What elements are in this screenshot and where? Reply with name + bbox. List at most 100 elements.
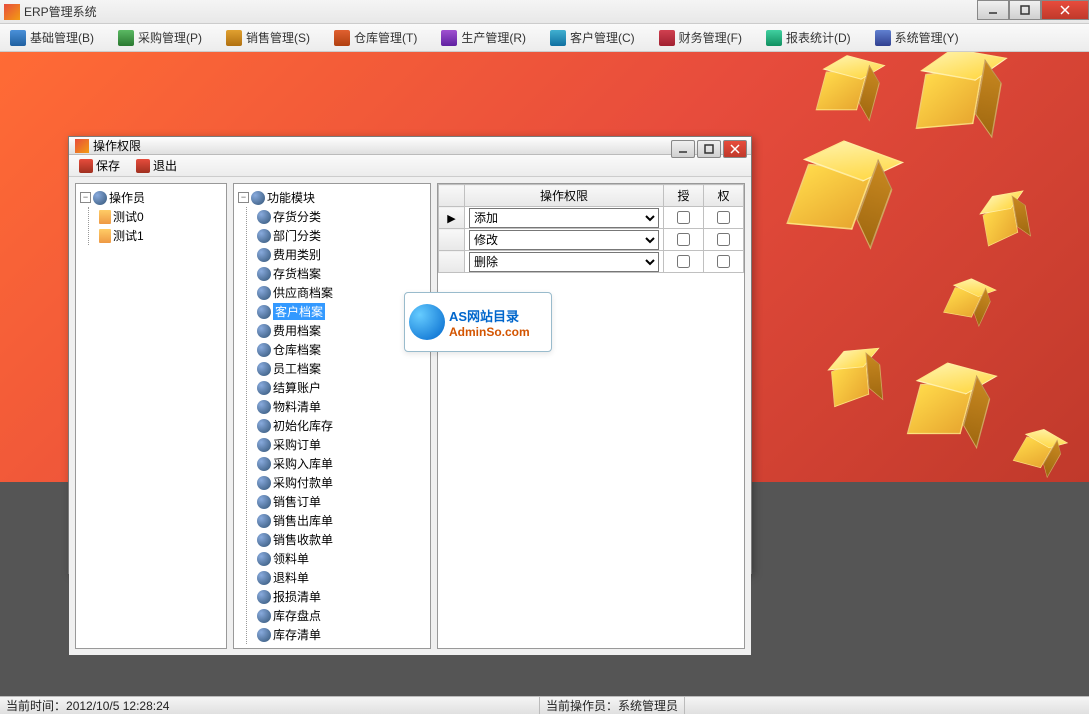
- grant-cell[interactable]: [664, 251, 704, 273]
- perm-select[interactable]: 删除: [469, 252, 659, 272]
- deny-cell[interactable]: [704, 251, 744, 273]
- minimize-button[interactable]: [977, 0, 1009, 20]
- collapse-icon[interactable]: −: [238, 192, 249, 203]
- tree-leaf[interactable]: 结算账户: [255, 378, 428, 397]
- tree-leaf[interactable]: 销售订单: [255, 492, 428, 511]
- module-icon: [257, 210, 271, 224]
- tree-label: 采购入库单: [273, 455, 333, 472]
- tree-leaf[interactable]: 销售收款单: [255, 530, 428, 549]
- exit-button[interactable]: 退出: [132, 155, 181, 176]
- grant-cell[interactable]: [664, 229, 704, 251]
- tree-leaf[interactable]: 领料单: [255, 549, 428, 568]
- content-area: 操作权限 保存 退出 −操作员测试0测试1 −功能模块存货分类部门分类费用类别存…: [0, 52, 1089, 696]
- module-icon: [257, 381, 271, 395]
- close-button[interactable]: [1041, 0, 1089, 20]
- deny-checkbox[interactable]: [717, 255, 730, 268]
- col-permission[interactable]: 操作权限: [465, 185, 664, 207]
- exit-icon: [136, 159, 150, 173]
- tree-leaf[interactable]: 费用类别: [255, 245, 428, 264]
- watermark-line1: AS网站目录: [449, 306, 530, 325]
- tree-label: 供应商档案: [273, 284, 333, 301]
- menu-label: 仓库管理(T): [354, 29, 417, 46]
- grant-checkbox[interactable]: [677, 211, 690, 224]
- maximize-button[interactable]: [1009, 0, 1041, 20]
- deny-cell[interactable]: [704, 229, 744, 251]
- grid-row[interactable]: ▶添加: [439, 207, 744, 229]
- module-icon: [257, 533, 271, 547]
- tree-leaf[interactable]: 销售出库单: [255, 511, 428, 530]
- grid-row[interactable]: 删除: [439, 251, 744, 273]
- col-grant[interactable]: 授: [664, 185, 704, 207]
- menu-item[interactable]: 生产管理(R): [435, 27, 532, 48]
- menu-item[interactable]: 系统管理(Y): [869, 27, 965, 48]
- menu-item[interactable]: 采购管理(P): [112, 27, 208, 48]
- menu-item[interactable]: 销售管理(S): [220, 27, 316, 48]
- tree-leaf[interactable]: 员工档案: [255, 359, 428, 378]
- dialog-maximize-button[interactable]: [697, 140, 721, 158]
- menu-item[interactable]: 财务管理(F): [653, 27, 748, 48]
- dialog-body: −操作员测试0测试1 −功能模块存货分类部门分类费用类别存货档案供应商档案客户档…: [69, 177, 751, 655]
- tree-leaf[interactable]: 测试1: [97, 226, 224, 245]
- tree-leaf[interactable]: 客户档案: [255, 302, 428, 321]
- deny-checkbox[interactable]: [717, 211, 730, 224]
- status-time: 当前时间：2012/10/5 12:28:24: [0, 697, 540, 714]
- module-icon: [257, 495, 271, 509]
- perm-cell[interactable]: 修改: [465, 229, 664, 251]
- tree-label: 测试1: [113, 227, 144, 244]
- dialog-title: 操作权限: [93, 137, 141, 154]
- module-icon: [257, 609, 271, 623]
- tree-leaf[interactable]: 库存清单: [255, 625, 428, 644]
- menu-label: 基础管理(B): [30, 29, 94, 46]
- tree-leaf[interactable]: 存货分类: [255, 207, 428, 226]
- deny-checkbox[interactable]: [717, 233, 730, 246]
- module-icon: [257, 324, 271, 338]
- menu-item[interactable]: 仓库管理(T): [328, 27, 423, 48]
- tree-leaf[interactable]: 退料单: [255, 568, 428, 587]
- tree-leaf[interactable]: 采购订单: [255, 435, 428, 454]
- grant-checkbox[interactable]: [677, 233, 690, 246]
- exit-label: 退出: [153, 157, 177, 174]
- dialog-controls: [671, 140, 747, 158]
- grant-checkbox[interactable]: [677, 255, 690, 268]
- deny-cell[interactable]: [704, 207, 744, 229]
- tree-leaf[interactable]: 报损清单: [255, 587, 428, 606]
- watermark-line2: AdminSo.com: [449, 325, 530, 339]
- tree-leaf[interactable]: 采购付款单: [255, 473, 428, 492]
- tree-leaf[interactable]: 存货档案: [255, 264, 428, 283]
- perm-cell[interactable]: 删除: [465, 251, 664, 273]
- module-tree[interactable]: −功能模块存货分类部门分类费用类别存货档案供应商档案客户档案费用档案仓库档案员工…: [234, 184, 430, 648]
- operator-tree[interactable]: −操作员测试0测试1: [76, 184, 226, 249]
- tree-leaf[interactable]: 部门分类: [255, 226, 428, 245]
- grant-cell[interactable]: [664, 207, 704, 229]
- status-bar: 当前时间：2012/10/5 12:28:24 当前操作员：系统管理员: [0, 696, 1089, 714]
- tree-leaf[interactable]: 测试0: [97, 207, 224, 226]
- tree-leaf[interactable]: 初始化库存: [255, 416, 428, 435]
- tree-label: 库存清单: [273, 626, 321, 643]
- perm-select[interactable]: 修改: [469, 230, 659, 250]
- tree-label: 物料清单: [273, 398, 321, 415]
- tree-leaf[interactable]: 供应商档案: [255, 283, 428, 302]
- grid-row[interactable]: 修改: [439, 229, 744, 251]
- tree-leaf[interactable]: 采购入库单: [255, 454, 428, 473]
- save-button[interactable]: 保存: [75, 155, 124, 176]
- perm-select[interactable]: 添加: [469, 208, 659, 228]
- tree-label: 库存盘点: [273, 607, 321, 624]
- dialog-minimize-button[interactable]: [671, 140, 695, 158]
- menu-label: 财务管理(F): [679, 29, 742, 46]
- tree-leaf[interactable]: 物料清单: [255, 397, 428, 416]
- module-icon: [257, 552, 271, 566]
- col-deny[interactable]: 权: [704, 185, 744, 207]
- menu-item[interactable]: 报表统计(D): [760, 27, 857, 48]
- dialog-close-button[interactable]: [723, 140, 747, 158]
- tree-leaf[interactable]: 库存盘点: [255, 606, 428, 625]
- perm-cell[interactable]: 添加: [465, 207, 664, 229]
- tree-root[interactable]: −功能模块: [236, 188, 428, 207]
- collapse-icon[interactable]: −: [80, 192, 91, 203]
- tree-leaf[interactable]: 费用档案: [255, 321, 428, 340]
- permission-grid[interactable]: 操作权限授权▶添加修改删除: [438, 184, 744, 273]
- save-icon: [79, 159, 93, 173]
- tree-leaf[interactable]: 仓库档案: [255, 340, 428, 359]
- menu-item[interactable]: 客户管理(C): [544, 27, 641, 48]
- menu-item[interactable]: 基础管理(B): [4, 27, 100, 48]
- tree-root[interactable]: −操作员: [78, 188, 224, 207]
